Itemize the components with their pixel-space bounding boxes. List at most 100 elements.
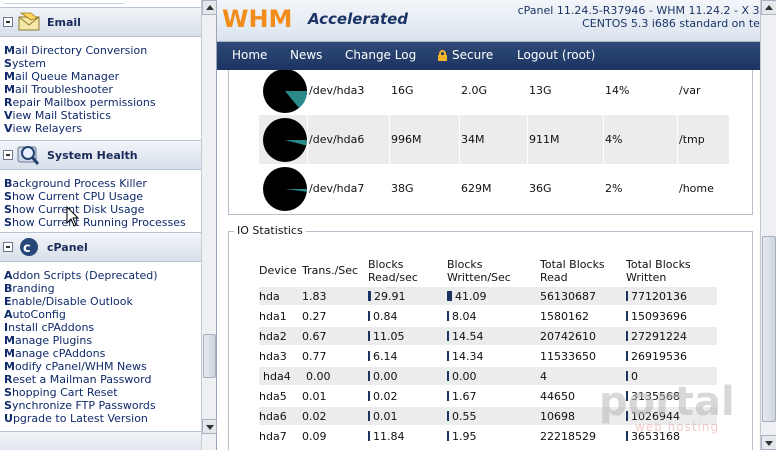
nav-logout[interactable]: Logout (root): [517, 48, 595, 62]
sidebar-link-modify-news[interactable]: Modify cPanel/WHM News: [4, 360, 201, 373]
disk-row: /dev/hda6 996M 34M 911M 4% /tmp: [259, 115, 729, 164]
io-cell-trans: 0.01: [302, 390, 327, 403]
section-header-email[interactable]: Email: [0, 7, 201, 37]
sidebar-link-view-relayers[interactable]: View Relayers: [4, 122, 201, 135]
io-cell-device: hda7: [259, 430, 287, 443]
io-cell-read: 0.00: [373, 370, 398, 383]
scroll-down-button[interactable]: [761, 435, 776, 450]
disk-cell-avail: 36G: [529, 182, 552, 195]
sidebar-link-show-disk-usage[interactable]: Show Current Disk Usage: [4, 203, 201, 216]
sidebar-link-sync-ftp-passwords[interactable]: Synchronize FTP Passwords: [4, 399, 201, 412]
sidebar-scrollbar[interactable]: [201, 0, 217, 450]
io-cell-device: hda5: [259, 390, 287, 403]
top-navbar: Home News Change Log Secure Logout (root…: [217, 42, 776, 70]
chevron-up-icon: [765, 5, 773, 10]
io-cell-written: 0.55: [452, 410, 477, 423]
nav-secure[interactable]: Secure: [452, 48, 493, 62]
io-bar-written: [447, 291, 452, 301]
io-cell-trans: 0.09: [302, 430, 327, 443]
sidebar-link-system[interactable]: System: [4, 57, 201, 70]
sidebar-link-show-cpu-usage[interactable]: Show Current CPU Usage: [4, 190, 201, 203]
io-cell-written: 0.00: [452, 370, 477, 383]
col-header-device: Device: [259, 264, 297, 277]
io-cell-total_written: 77120136: [631, 290, 687, 303]
io-cell-trans: 0.27: [302, 310, 327, 323]
section-header-cpanel[interactable]: c cPanel: [0, 232, 201, 262]
portal-watermark-logo: portal web hosting: [595, 380, 755, 440]
sidebar-link-install-cpaddons[interactable]: Install cPAddons: [4, 321, 201, 334]
sidebar-link-addon-scripts[interactable]: Addon Scripts (Deprecated): [4, 269, 201, 282]
io-bar-written: [447, 311, 449, 321]
io-cell-read: 0.01: [373, 410, 398, 423]
io-cell-trans: 0.00: [306, 370, 331, 383]
sidebar-link-manage-plugins[interactable]: Manage Plugins: [4, 334, 201, 347]
sidebar-link-mail-troubleshooter[interactable]: Mail Troubleshooter: [4, 83, 201, 96]
sidebar-link-background-process-killer[interactable]: Background Process Killer: [4, 177, 201, 190]
io-bar-read: [368, 391, 370, 401]
sidebar-link-reset-mailman-password[interactable]: Reset a Mailman Password: [4, 373, 201, 386]
io-cell-total_read: 11533650: [540, 350, 596, 363]
sidebar-link-mail-directory-conversion[interactable]: Mail Directory Conversion: [4, 44, 201, 57]
nav-home[interactable]: Home: [232, 48, 267, 62]
io-bar-written: [447, 331, 449, 341]
io-cell-total_read: 1580162: [540, 310, 589, 323]
io-cell-read: 0.02: [373, 390, 398, 403]
sidebar-link-view-mail-statistics[interactable]: View Mail Statistics: [4, 109, 201, 122]
column-divider: [677, 70, 678, 115]
scrollbar-thumb[interactable]: [762, 236, 776, 422]
sidebar-top-divider: [4, 0, 124, 4]
section-header-next[interactable]: [0, 431, 201, 450]
sidebar-link-repair-mailbox-permissions[interactable]: Repair Mailbox permissions: [4, 96, 201, 109]
sidebar-link-enable-disable-outlook[interactable]: Enable/Disable Outlook: [4, 295, 201, 308]
scroll-down-button[interactable]: [202, 419, 217, 434]
email-links: Mail Directory Conversion System Mail Qu…: [4, 44, 201, 135]
section-header-system-health[interactable]: System Health: [0, 140, 201, 170]
io-cell-written: 1.67: [452, 390, 477, 403]
column-divider: [307, 115, 308, 164]
sidebar-link-show-running-processes[interactable]: Show Current Running Processes: [4, 216, 201, 229]
scroll-up-button[interactable]: [761, 0, 776, 15]
cpanel-links: Addon Scripts (Deprecated) Branding Enab…: [4, 269, 201, 425]
io-bar-read: [368, 331, 370, 341]
nav-news[interactable]: News: [290, 48, 322, 62]
scrollbar-thumb[interactable]: [203, 334, 216, 378]
sidebar-link-branding[interactable]: Branding: [4, 282, 201, 295]
col-header-blocks-read-line2: Read/sec: [368, 271, 418, 284]
collapse-toggle-icon[interactable]: [3, 17, 13, 27]
io-bar-read: [368, 351, 370, 361]
io-bar-written: [447, 431, 449, 441]
disk-cell-used: 2.0G: [461, 84, 488, 97]
sidebar-link-upgrade-latest[interactable]: Upgrade to Latest Version: [4, 412, 201, 425]
column-divider: [677, 164, 678, 213]
disk-row: /dev/hda3 16G 2.0G 13G 14% /var: [259, 70, 729, 115]
io-cell-total_read: 4: [540, 370, 547, 383]
sidebar-link-shopping-cart-reset[interactable]: Shopping Cart Reset: [4, 386, 201, 399]
sidebar: Email Mail Directory Conversion System M…: [0, 0, 217, 450]
scroll-up-button[interactable]: [202, 0, 217, 15]
col-header-total-written: Total Blocks Written: [626, 258, 691, 284]
io-bar-written: [447, 351, 449, 361]
io-cell-total_read: 56130687: [540, 290, 596, 303]
io-cell-total_written: 15093696: [631, 310, 687, 323]
col-header-blocks-written-line2: Written/Sec: [447, 271, 511, 284]
io-row: hda3 0.77 6.14 14.34 11533650 26919536: [259, 347, 717, 365]
column-divider: [389, 70, 390, 115]
column-divider: [527, 70, 528, 115]
collapse-toggle-icon[interactable]: [3, 242, 13, 252]
sidebar-link-autoconfig[interactable]: AutoConfig: [4, 308, 201, 321]
sidebar-link-mail-queue-manager[interactable]: Mail Queue Manager: [4, 70, 201, 83]
collapse-toggle-icon[interactable]: [3, 150, 13, 160]
sidebar-link-manage-cpaddons[interactable]: Manage cPAddons: [4, 347, 201, 360]
io-cell-read: 6.14: [373, 350, 398, 363]
disk-cell-percent: 4%: [605, 133, 623, 146]
nav-change-log[interactable]: Change Log: [345, 48, 416, 62]
disk-usage-pie: [263, 118, 307, 162]
lock-icon[interactable]: [438, 50, 447, 61]
disk-cell-avail: 911M: [529, 133, 560, 146]
section-title-cpanel: cPanel: [47, 241, 88, 254]
column-divider: [603, 164, 604, 213]
watermark-subtitle: web hosting: [635, 420, 720, 434]
disk-cell-device: /dev/hda7: [309, 182, 365, 195]
io-cell-device: hda3: [259, 350, 287, 363]
main-scrollbar[interactable]: [760, 0, 776, 450]
